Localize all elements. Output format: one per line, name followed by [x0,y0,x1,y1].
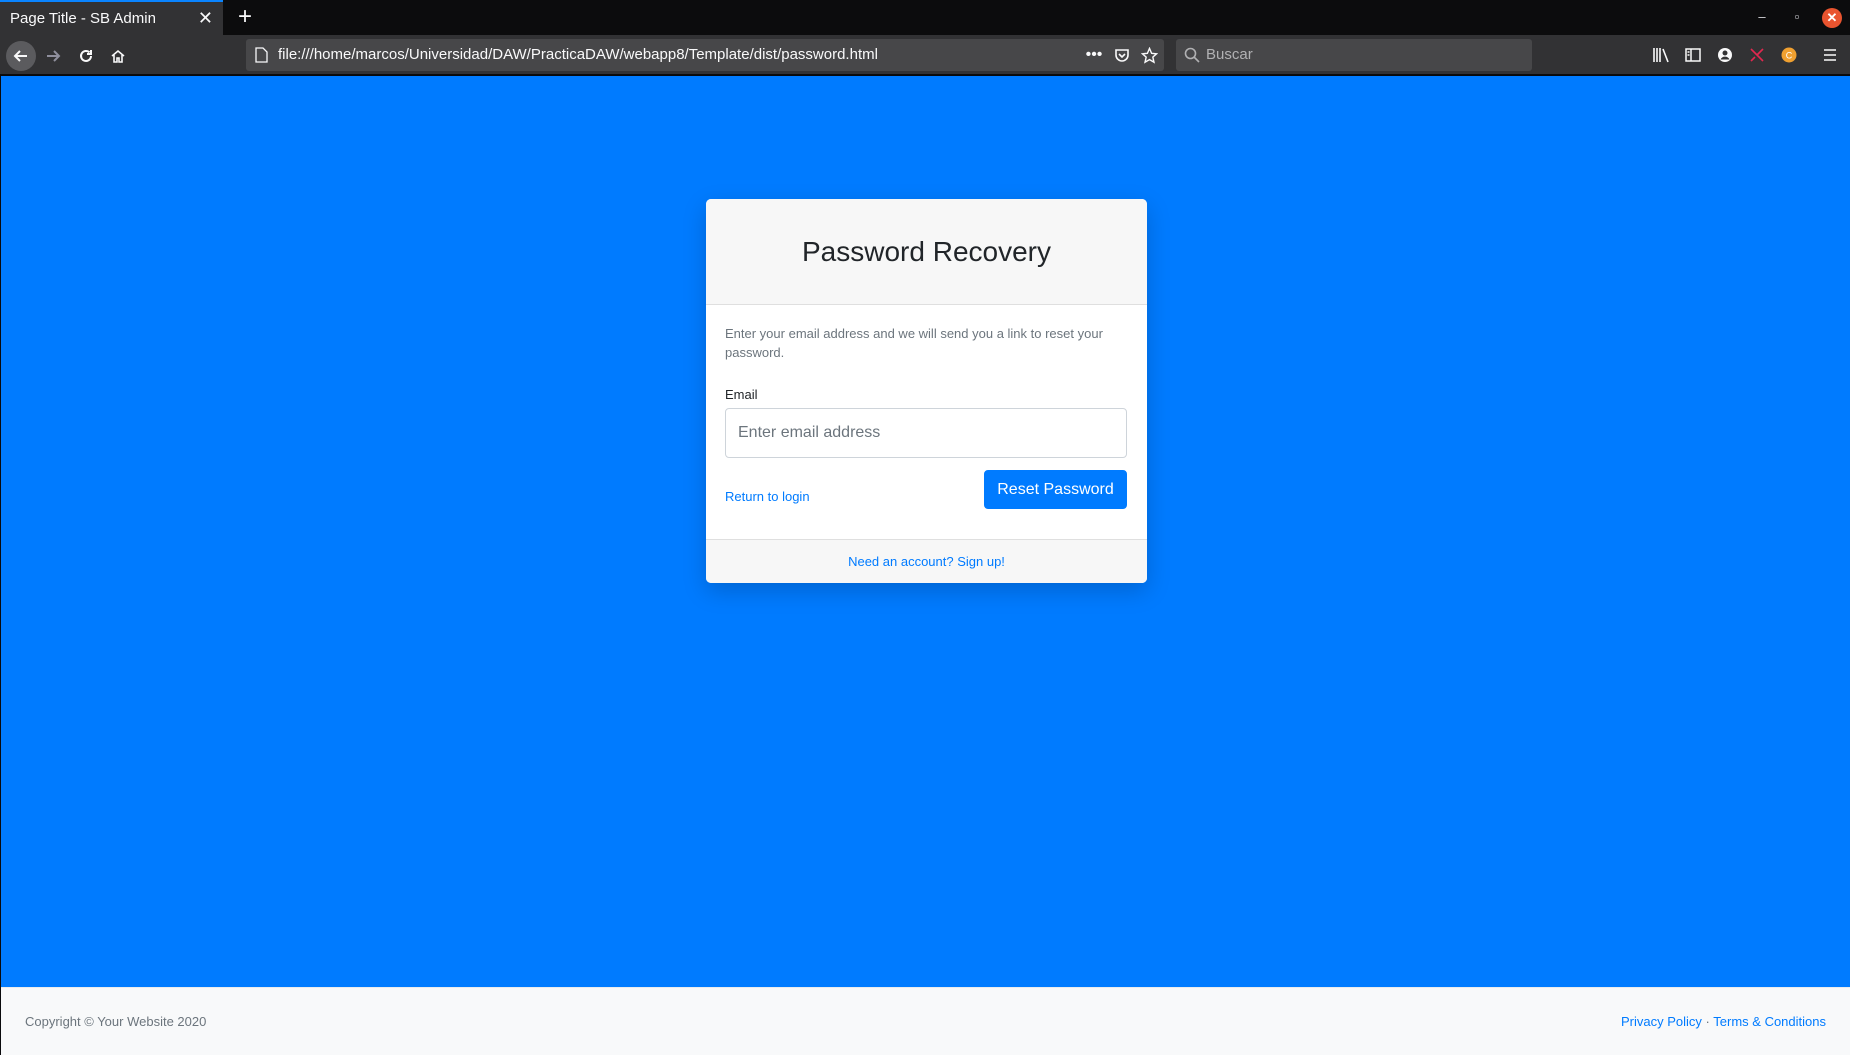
new-tab-icon[interactable]: + [232,3,258,31]
card-footer: Need an account? Sign up! [706,539,1147,583]
search-placeholder: Buscar [1206,46,1253,63]
page-title: Password Recovery [802,235,1051,267]
copyright-text: Copyright © Your Website 2020 [25,1014,207,1029]
sidebar-icon[interactable] [1683,45,1703,65]
library-icon[interactable] [1651,45,1671,65]
home-icon[interactable] [103,41,133,71]
menu-icon[interactable] [1820,45,1840,65]
page-background: Password Recovery Enter your email addre… [1,76,1850,987]
window-close-icon[interactable]: ✕ [1822,8,1842,28]
signup-link[interactable]: Need an account? Sign up! [848,554,1005,569]
password-recovery-card: Password Recovery Enter your email addre… [706,199,1147,583]
extension-icon[interactable]: C [1779,45,1799,65]
page-actions-icon[interactable]: ••• [1084,45,1104,65]
tab-strip: Page Title - SB Admin ✕ + – ▫ ✕ [0,0,1850,35]
tracking-protection-icon[interactable] [1747,45,1767,65]
minimize-icon[interactable]: – [1751,6,1773,28]
reload-icon[interactable] [71,41,101,71]
address-bar[interactable]: file:///home/marcos/Universidad/DAW/Prac… [246,39,1164,71]
svg-text:C: C [1786,51,1793,61]
search-icon [1184,47,1200,63]
email-field[interactable] [725,408,1127,458]
return-to-login-link[interactable]: Return to login [725,489,810,504]
back-icon[interactable] [6,41,36,71]
restore-icon[interactable]: ▫ [1786,6,1808,28]
page-footer: Copyright © Your Website 2020 Privacy Po… [1,987,1850,1055]
instructions-text: Enter your email address and we will sen… [725,326,1103,360]
bookmark-star-icon[interactable] [1139,45,1159,65]
search-bar[interactable]: Buscar [1176,39,1532,71]
browser-toolbar: file:///home/marcos/Universidad/DAW/Prac… [0,35,1850,75]
url-text: file:///home/marcos/Universidad/DAW/Prac… [278,46,878,63]
terms-link[interactable]: Terms & Conditions [1713,1014,1826,1029]
card-body: Enter your email address and we will sen… [706,305,1147,539]
account-icon[interactable] [1715,45,1735,65]
footer-links: Privacy Policy · Terms & Conditions [1621,1014,1826,1029]
tab-title: Page Title - SB Admin [10,10,156,27]
footer-separator: · [1705,1014,1710,1029]
privacy-policy-link[interactable]: Privacy Policy [1621,1014,1702,1029]
reset-password-button[interactable]: Reset Password [984,470,1127,509]
pocket-icon[interactable] [1112,45,1132,65]
browser-tab[interactable]: Page Title - SB Admin ✕ [0,0,223,35]
forward-icon[interactable] [38,41,68,71]
card-header: Password Recovery [706,199,1147,305]
page-icon [255,47,268,63]
email-label: Email [725,387,758,402]
tab-close-icon[interactable]: ✕ [198,8,213,28]
